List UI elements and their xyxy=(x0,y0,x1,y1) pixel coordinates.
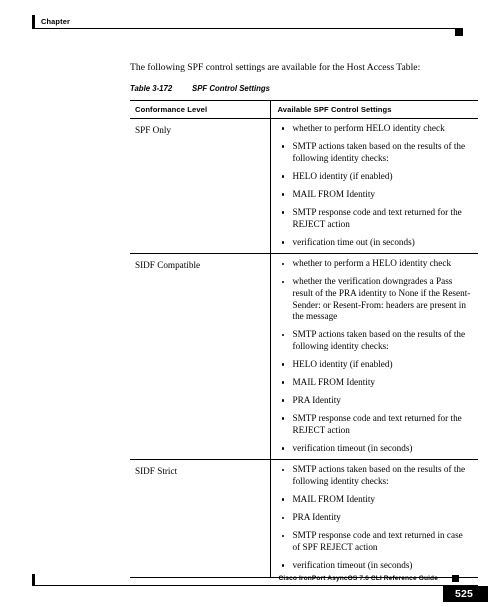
bullet-dot-icon xyxy=(281,145,285,148)
settings-bullet-list: whether to perform HELO identity check S… xyxy=(271,123,475,248)
bullet-dot-icon xyxy=(281,417,285,421)
cell-settings-list: whether to perform a HELO identity check… xyxy=(269,253,478,461)
list-item: whether the verification downgrades a Pa… xyxy=(271,276,475,322)
list-item: verification timeout (in seconds) xyxy=(271,560,475,572)
header-chapter-label: Chapter xyxy=(41,17,70,26)
list-item: MAIL FROM Identity xyxy=(271,377,475,389)
table-caption-number: Table 3-172 xyxy=(130,84,173,93)
bullet-dot-icon xyxy=(281,363,285,366)
table-header: Conformance Level Available SPF Control … xyxy=(130,100,478,119)
table-caption: Table 3-172 SPF Control Settings xyxy=(130,83,478,94)
page-header: Chapter xyxy=(0,0,500,45)
column-header-available-spf-control-settings: Available SPF Control Settings xyxy=(269,100,478,119)
list-item: whether to perform HELO identity check xyxy=(271,123,475,135)
list-item: SMTP response code and text returned in … xyxy=(271,530,475,553)
list-item: SMTP response code and text returned for… xyxy=(271,413,475,436)
footer-guide-title: Cisco IronPort AsyncOS 7.6 CLI Reference… xyxy=(278,575,438,582)
bullet-dot-icon xyxy=(281,175,285,178)
table-body: SPF Only whether to perform HELO identit… xyxy=(130,118,478,578)
list-item: whether to perform a HELO identity check xyxy=(271,258,475,270)
bullet-dot-icon xyxy=(281,262,285,266)
bullet-dot-icon xyxy=(281,498,285,502)
list-item: MAIL FROM Identity xyxy=(271,494,475,506)
header-accent-bar-icon xyxy=(32,15,35,28)
bullet-dot-icon xyxy=(281,564,285,567)
list-item: HELO identity (if enabled) xyxy=(271,171,475,183)
bullet-dot-icon xyxy=(281,333,285,337)
settings-bullet-list: SMTP actions taken based on the results … xyxy=(271,464,475,571)
bullet-dot-icon xyxy=(281,399,285,402)
bullet-dot-icon xyxy=(281,280,285,284)
table-caption-title: SPF Control Settings xyxy=(192,84,270,93)
bullet-dot-icon xyxy=(281,381,285,384)
list-item-text: SMTP actions taken based on the results … xyxy=(292,329,466,351)
spf-control-settings-table: Conformance Level Available SPF Control … xyxy=(130,100,478,578)
header-square-marker-icon xyxy=(455,28,463,36)
list-item-text: verification timeout (in seconds) xyxy=(292,560,413,571)
bullet-dot-icon xyxy=(281,193,285,196)
list-item-text: SMTP actions taken based on the results … xyxy=(292,464,466,487)
intro-paragraph: The following SPF control settings are a… xyxy=(130,62,421,73)
list-item-text: PRA Identity xyxy=(292,395,341,406)
list-item-text: MAIL FROM Identity xyxy=(292,494,376,505)
list-item-text: whether to perform HELO identity check xyxy=(292,123,445,133)
list-item: verification timeout (in seconds) xyxy=(271,443,475,455)
cell-conformance-level: SIDF Strict xyxy=(130,459,270,578)
list-item-text: MAIL FROM Identity xyxy=(292,188,376,199)
page-content: The following SPF control settings are a… xyxy=(130,62,478,578)
list-item-text: PRA Identity xyxy=(292,512,341,523)
table-row: SIDF Compatible whether to perform a HEL… xyxy=(130,253,478,461)
bullet-dot-icon xyxy=(281,240,285,244)
list-item-text: whether the verification downgrades a Pa… xyxy=(292,276,471,322)
list-item: PRA Identity xyxy=(271,395,475,407)
table-header-row: Conformance Level Available SPF Control … xyxy=(130,100,478,119)
footer-divider-rule xyxy=(32,585,478,587)
list-item-text: MAIL FROM Identity xyxy=(292,377,376,387)
cell-settings-list: whether to perform HELO identity check S… xyxy=(269,118,478,255)
cell-conformance-level: SIDF Compatible xyxy=(130,253,270,461)
list-item: SMTP actions taken based on the results … xyxy=(271,141,475,164)
list-item-text: SMTP response code and text returned for… xyxy=(292,413,462,435)
list-item-text: SMTP actions taken based on the results … xyxy=(292,141,466,163)
cell-conformance-level: SPF Only xyxy=(130,118,270,255)
cell-settings-list: SMTP actions taken based on the results … xyxy=(269,459,478,578)
bullet-dot-icon xyxy=(281,211,285,214)
bullet-dot-icon xyxy=(281,468,285,472)
list-item: MAIL FROM Identity xyxy=(271,189,475,201)
page-footer: Cisco IronPort AsyncOS 7.6 CLI Reference… xyxy=(0,572,500,607)
list-item-text: SMTP response code and text returned in … xyxy=(292,530,463,552)
bullet-dot-icon xyxy=(281,127,285,130)
bullet-dot-icon xyxy=(281,534,285,538)
table-row: SPF Only whether to perform HELO identit… xyxy=(130,118,478,255)
list-item-text: verification timeout (in seconds) xyxy=(292,442,413,453)
bullet-dot-icon xyxy=(281,447,285,450)
list-item: verification time out (in seconds) xyxy=(271,237,475,249)
list-item: SMTP actions taken based on the results … xyxy=(271,329,475,352)
list-item-text: SMTP response code and text returned for… xyxy=(292,206,462,229)
list-item: HELO identity (if enabled) xyxy=(271,359,475,371)
table-row: SIDF Strict SMTP actions taken based on … xyxy=(130,459,478,578)
list-item: PRA Identity xyxy=(271,512,475,524)
list-item-text: HELO identity (if enabled) xyxy=(292,170,393,181)
list-item-text: whether to perform a HELO identity check xyxy=(292,258,452,269)
header-divider-rule xyxy=(32,28,457,30)
column-header-conformance-level: Conformance Level xyxy=(130,100,270,119)
list-item: SMTP actions taken based on the results … xyxy=(271,464,475,487)
footer-square-marker-icon xyxy=(452,574,459,582)
page-number: 525 xyxy=(454,588,474,600)
bullet-dot-icon xyxy=(281,516,285,520)
list-item: SMTP response code and text returned for… xyxy=(271,207,475,230)
settings-bullet-list: whether to perform a HELO identity check… xyxy=(271,258,475,454)
list-item-text: verification time out (in seconds) xyxy=(292,236,415,247)
list-item-text: HELO identity (if enabled) xyxy=(292,358,393,369)
